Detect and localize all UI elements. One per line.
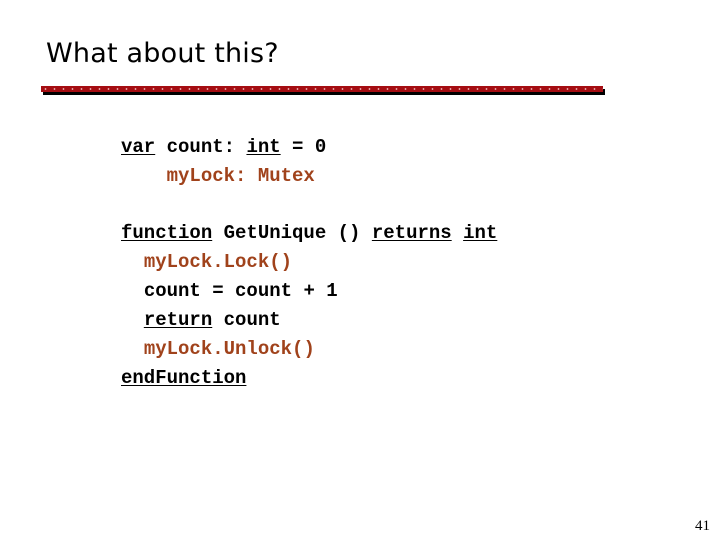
keyword-int: int — [463, 222, 498, 244]
code-text: = 0 — [280, 136, 327, 158]
code-line-unlock-call: myLock.Unlock() — [121, 335, 497, 364]
code-line-end-function: endFunction — [121, 364, 497, 393]
slide-title: What about this? — [46, 38, 279, 69]
code-text: count — [212, 309, 281, 331]
code-line-return: return count — [121, 306, 497, 335]
keyword-endfunction: endFunction — [121, 367, 247, 389]
title-divider — [41, 86, 603, 92]
code-text: myLock.Lock() — [143, 251, 293, 273]
keyword-return: return — [143, 309, 213, 331]
code-line-function-header: function GetUnique () returns int — [121, 219, 497, 248]
code-line-mylock-decl: myLock: Mutex — [121, 162, 497, 191]
keyword-returns: returns — [371, 222, 452, 244]
code-line-var-count: var count: int = 0 — [121, 133, 497, 162]
page-number: 41 — [695, 518, 710, 534]
code-line-increment: count = count + 1 — [121, 277, 497, 306]
code-text: count = count + 1 — [143, 280, 338, 302]
code-text: myLock: Mutex — [166, 165, 315, 187]
keyword-function: function — [121, 222, 213, 244]
code-line-lock-call: myLock.Lock() — [121, 248, 497, 277]
keyword-int: int — [246, 136, 281, 158]
keyword-var: var — [121, 136, 156, 158]
code-text: myLock.Unlock() — [143, 338, 315, 360]
code-text: count: — [155, 136, 247, 158]
code-text: GetUnique () — [212, 222, 372, 244]
code-block: var count: int = 0 myLock: Mutex functio… — [121, 133, 497, 393]
